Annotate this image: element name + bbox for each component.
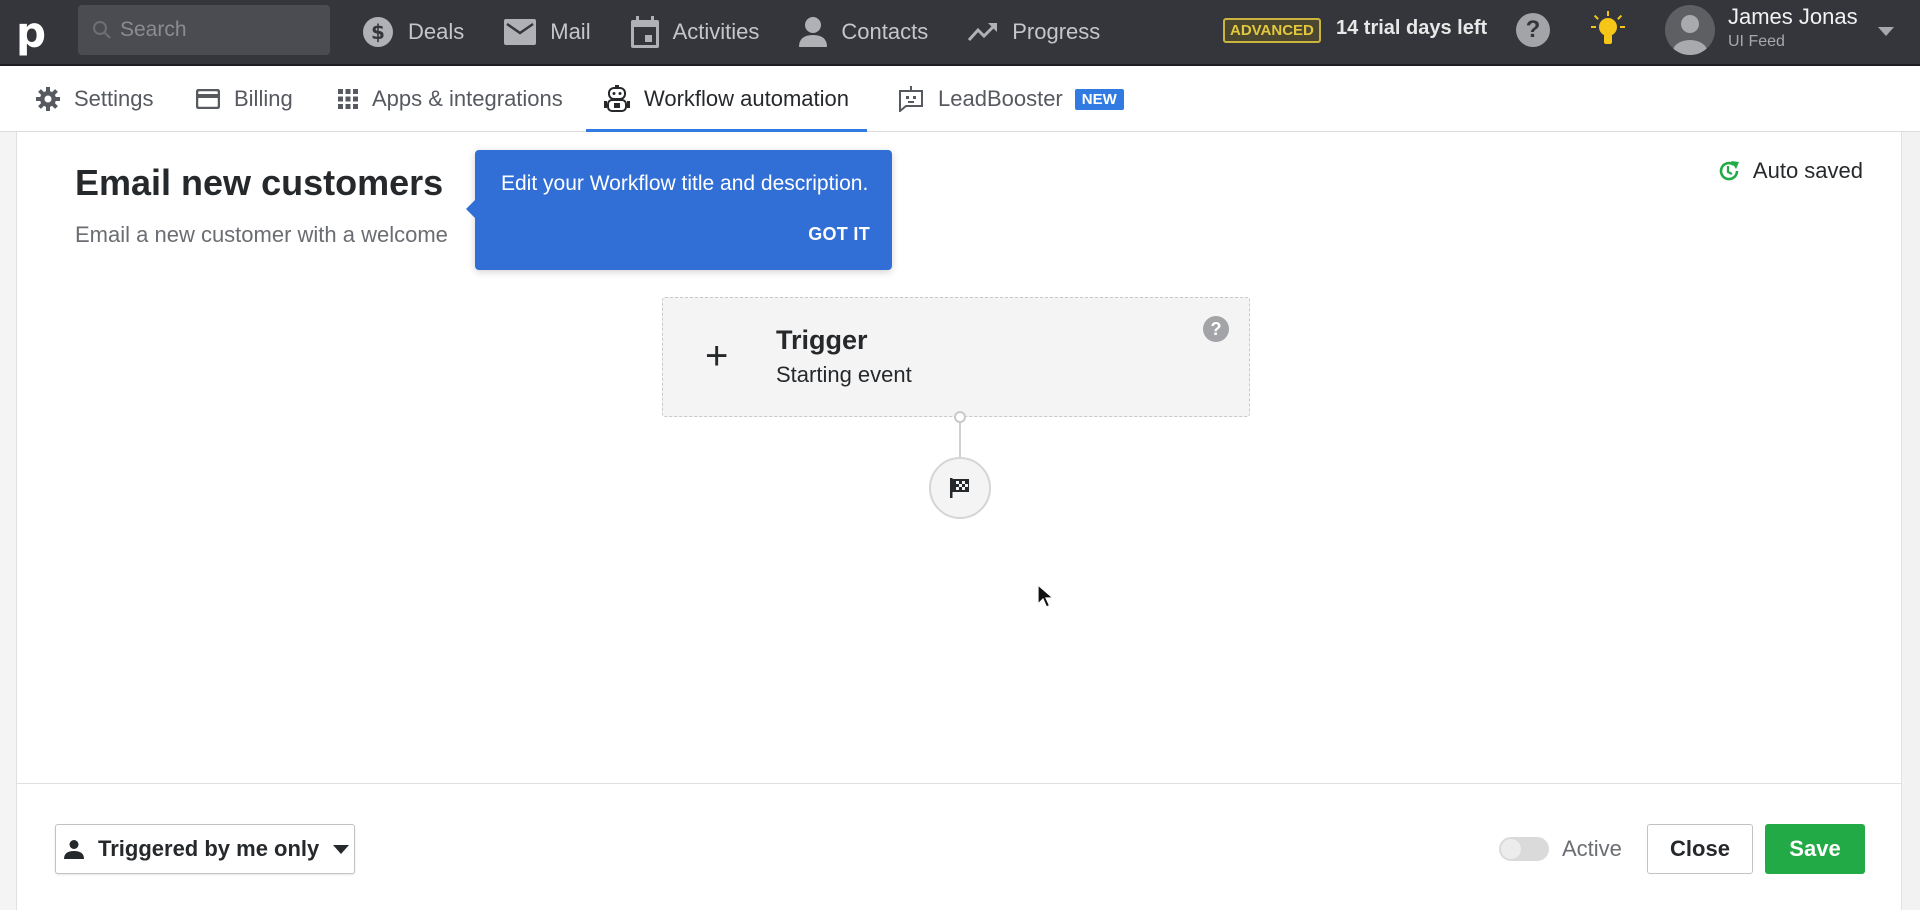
nav-progress[interactable]: Progress (968, 19, 1100, 45)
nav-contacts[interactable]: Contacts (799, 17, 928, 47)
autosave-clock-icon (1719, 161, 1739, 181)
connector-dot (954, 411, 966, 423)
mail-icon (504, 19, 537, 45)
main-nav: $ Deals Mail Activities Contacts Progres… (362, 0, 1140, 64)
search-input[interactable] (120, 18, 320, 42)
tab-leadbooster[interactable]: LeadBooster NEW (898, 66, 1124, 132)
top-navigation-bar: p $ Deals Mail Activities Contacts Progr… (0, 0, 1920, 66)
tab-billing[interactable]: Billing (196, 66, 293, 132)
dollar-icon: $ (363, 17, 393, 47)
tab-workflow-automation[interactable]: Workflow automation (585, 66, 868, 133)
active-label: Active (1562, 836, 1622, 861)
chatbot-icon (899, 86, 923, 112)
connector-line (959, 423, 961, 457)
active-toggle[interactable] (1499, 837, 1549, 861)
tab-billing-label: Billing (234, 86, 293, 111)
lightbulb-icon[interactable] (1588, 10, 1628, 55)
person-icon (64, 840, 84, 859)
tab-leadbooster-label: LeadBooster (938, 86, 1063, 111)
new-badge: NEW (1074, 88, 1124, 110)
nav-activities-label: Activities (672, 19, 760, 44)
trigger-title: Trigger (776, 325, 868, 355)
tab-settings[interactable]: Settings (36, 66, 154, 132)
nav-mail-label: Mail (550, 19, 591, 44)
help-icon[interactable]: ? (1516, 13, 1550, 47)
workflow-description[interactable]: Email a new customer with a welcome (75, 222, 448, 248)
grid-icon (338, 89, 358, 109)
plan-badge[interactable]: ADVANCED (1223, 18, 1321, 43)
nav-activities[interactable]: Activities (630, 16, 760, 48)
user-avatar[interactable] (1665, 5, 1715, 55)
chevron-down-icon (333, 844, 350, 854)
svg-text:$: $ (371, 20, 385, 44)
trigger-card[interactable]: + Trigger Starting event ? (662, 297, 1250, 417)
settings-tabs: Settings Billing Apps & integrations Wor… (0, 66, 1920, 133)
autosave-label: Auto saved (1752, 158, 1863, 183)
got-it-button[interactable]: GOT IT (808, 224, 870, 245)
nav-contacts-label: Contacts (841, 19, 929, 44)
card-icon (196, 89, 220, 109)
robot-icon (604, 85, 630, 112)
calendar-icon (630, 16, 659, 48)
trigger-subtitle: Starting event (776, 362, 912, 387)
search-box[interactable] (78, 5, 330, 55)
visibility-dropdown[interactable]: Triggered by me only (55, 824, 355, 874)
user-company: UI Feed (1728, 33, 1785, 50)
user-menu-caret-icon[interactable] (1878, 27, 1894, 36)
visibility-label: Triggered by me only (98, 836, 320, 861)
nav-deals-label: Deals (408, 19, 465, 44)
tooltip-text: Edit your Workflow title and description… (501, 172, 869, 195)
tab-apps-integrations[interactable]: Apps & integrations (338, 66, 563, 132)
toggle-knob (1501, 839, 1521, 859)
person-icon (799, 17, 828, 47)
tab-settings-label: Settings (74, 86, 154, 111)
user-name[interactable]: James Jonas (1728, 4, 1858, 30)
nav-deals[interactable]: $ Deals (362, 16, 464, 48)
checkered-flag-icon (950, 478, 969, 498)
workflow-editor: Email new customers Email a new customer… (16, 132, 1902, 910)
workflow-end-node (929, 457, 991, 519)
autosave-status: Auto saved (1717, 158, 1863, 184)
save-button[interactable]: Save (1765, 824, 1865, 874)
mouse-cursor-icon (1037, 583, 1055, 615)
close-button[interactable]: Close (1647, 824, 1753, 874)
trend-icon (968, 23, 998, 42)
trigger-help-icon[interactable]: ? (1203, 316, 1229, 342)
search-icon (93, 21, 111, 39)
onboarding-tooltip: Edit your Workflow title and description… (466, 150, 892, 270)
tab-workflow-label: Workflow automation (644, 86, 850, 111)
nav-mail[interactable]: Mail (504, 19, 591, 45)
gear-icon (36, 87, 60, 111)
workflow-title[interactable]: Email new customers (75, 162, 443, 204)
footer-divider (17, 783, 1901, 784)
tab-apps-label: Apps & integrations (372, 86, 563, 111)
page-gutter (1903, 132, 1920, 910)
pipedrive-logo[interactable]: p (0, 0, 62, 65)
trial-days-text[interactable]: 14 trial days left (1336, 17, 1487, 40)
nav-progress-label: Progress (1012, 19, 1101, 44)
avatar-icon (1673, 15, 1707, 55)
add-trigger-icon[interactable]: + (705, 334, 728, 379)
